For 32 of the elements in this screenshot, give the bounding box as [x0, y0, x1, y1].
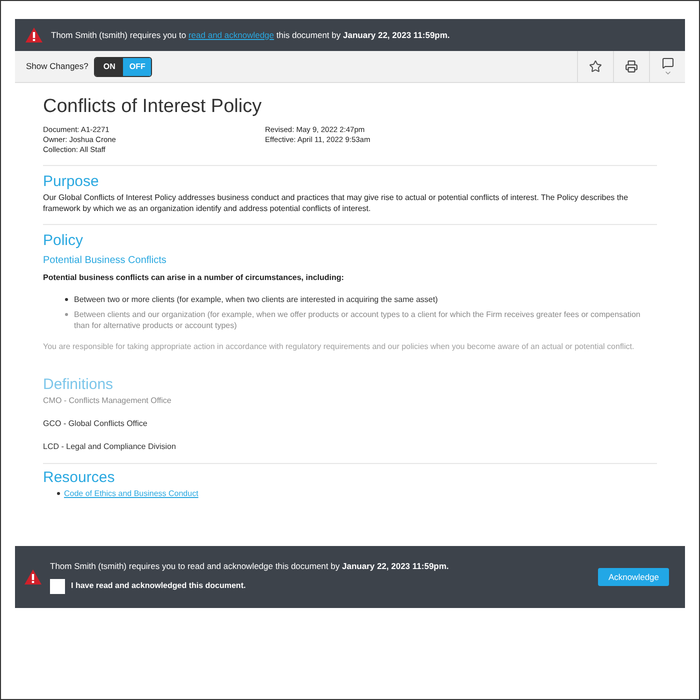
- bullet-text: Between two or more clients (for example, when two clients are interested in acquiring the same asset): [74, 294, 438, 305]
- acknowledge-text: Thom Smith (tsmith) requires you to read and acknowledge this document by January 22, 2023 11:59pm.: [50, 560, 449, 573]
- paragraph: Our Global Conflicts of Interest Policy addresses business conduct and practices that may give rise to actual or potential conflicts of interest. The Policy describes the framework by which we as an organization identify and address potential conflicts of interest.: [43, 192, 657, 225]
- warning-icon: [24, 569, 42, 585]
- printer-icon: [625, 60, 638, 73]
- toggle-option[interactable]: OFF: [123, 58, 152, 76]
- definition-text: LCD - Legal and Compliance Division: [43, 441, 177, 453]
- paragraph: Potential business conflicts can arise in a number of circumstances, including:: [43, 272, 345, 284]
- bullet-icon: [65, 313, 68, 316]
- bullet-icon: [57, 492, 60, 495]
- star-icon: [589, 60, 602, 73]
- bullet-text: Between clients and our organization (for example, when we offer products or account types to a client for which the Firm receives greater fees or compensation than for alternative products or account types): [74, 309, 642, 331]
- toggle-option[interactable]: ON: [95, 58, 124, 76]
- document-title: Conflicts of Interest Policy: [43, 95, 263, 119]
- read-acknowledge-link[interactable]: read and acknowledge: [188, 30, 274, 40]
- banner-text: Thom Smith (tsmith) requires you to read and acknowledge this document by January 22, 2023 11:59pm.: [51, 28, 450, 42]
- bullet-icon: [65, 298, 68, 301]
- section-heading: Definitions: [43, 375, 114, 395]
- warning-icon: [25, 27, 43, 43]
- checkbox-label: I have read and acknowledged this document.: [71, 580, 246, 592]
- definition-text: GCO - Global Conflicts Office: [43, 418, 148, 430]
- section-heading: Resources: [43, 468, 116, 488]
- subheading: Potential Business Conflicts: [43, 254, 168, 268]
- definition-text: CMO - Conflicts Management Office: [43, 395, 172, 407]
- section-heading: Policy: [43, 231, 84, 251]
- paragraph: You are responsible for taking appropriate action in accordance with regulatory requirements and our policies when you become aware of an actual or potential conflict.: [43, 341, 636, 353]
- show-changes-label: Show Changes?: [25, 60, 90, 73]
- comment-icon: [662, 56, 674, 68]
- resource-link[interactable]: Code of Ethics and Business Conduct: [64, 488, 198, 500]
- section-heading: Purpose: [43, 172, 100, 192]
- acknowledge-checkbox[interactable]: [50, 578, 65, 594]
- acknowledge-button[interactable]: Acknowledge: [598, 568, 669, 586]
